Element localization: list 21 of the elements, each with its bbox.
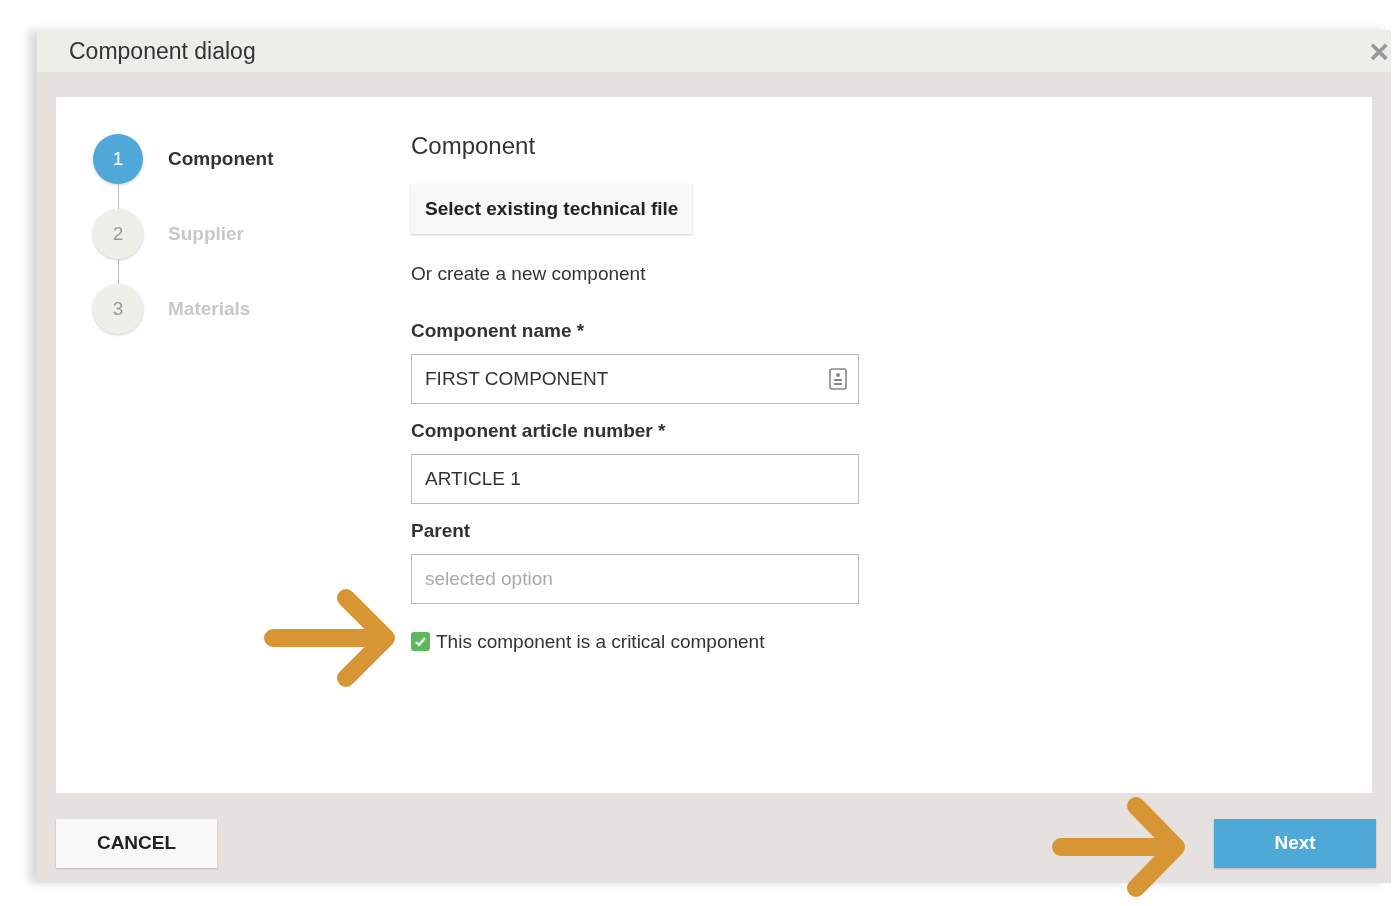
checkbox[interactable] — [411, 632, 430, 652]
next-button[interactable]: Next — [1214, 819, 1376, 868]
cancel-button[interactable]: CANCEL — [56, 819, 217, 868]
contact-card-icon[interactable] — [829, 367, 847, 390]
intro-text: Or create a new component — [411, 262, 647, 286]
dialog-title: Component dialog — [69, 36, 256, 66]
step-number[interactable]: 1 — [93, 134, 143, 184]
close-button[interactable]: × — [1369, 34, 1389, 68]
field-label: Component article number * — [411, 418, 667, 443]
input-field[interactable]: FIRST COMPONENT — [411, 353, 859, 404]
step-number[interactable]: 2 — [93, 209, 143, 259]
checkmark-icon — [414, 635, 427, 649]
step-label[interactable]: Component — [168, 144, 274, 174]
checkbox-label: This component is a critical component — [436, 629, 765, 654]
section-heading: Component — [411, 131, 537, 161]
input-field[interactable]: ARTICLE 1 — [411, 453, 859, 504]
select-file-button[interactable]: Select existing technical file — [411, 184, 693, 234]
input-field[interactable]: selected option — [411, 553, 859, 604]
field-label: Parent — [411, 518, 472, 543]
field-label: Component name * — [411, 318, 586, 343]
step-number[interactable]: 3 — [93, 284, 143, 334]
